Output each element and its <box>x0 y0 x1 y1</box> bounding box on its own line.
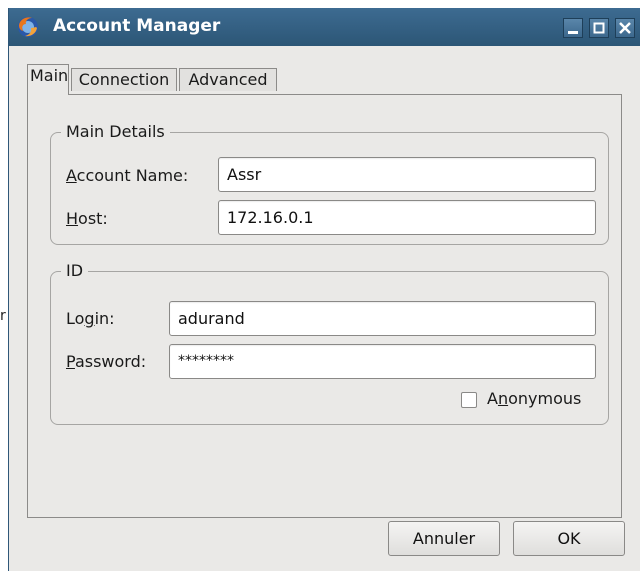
window-title: Account Manager <box>53 16 221 36</box>
account-name-label: Account Name: <box>66 166 189 185</box>
password-input[interactable]: ******** <box>169 344 596 379</box>
minimize-button[interactable] <box>563 18 583 38</box>
main-details-title: Main Details <box>61 122 170 142</box>
login-input[interactable]: adurand <box>169 301 596 336</box>
firefox-icon <box>17 16 39 38</box>
maximize-icon <box>593 22 605 34</box>
id-group-title: ID <box>61 261 89 281</box>
anonymous-checkbox[interactable] <box>461 392 477 408</box>
stray-text: r <box>0 308 6 324</box>
tab-panel-main: Main Details Account Name: Assr Host: 17… <box>27 94 622 518</box>
close-icon <box>619 22 631 34</box>
id-group: ID Login: adurand Password: ******** Ano… <box>50 261 609 425</box>
title-bar[interactable]: Account Manager <box>9 8 640 46</box>
password-label: Password: <box>66 352 147 371</box>
tab-main[interactable]: Main <box>27 64 69 95</box>
minimize-icon <box>568 31 578 34</box>
tab-connection[interactable]: Connection <box>71 68 177 91</box>
host-input[interactable]: 172.16.0.1 <box>218 200 596 235</box>
account-manager-window: Account Manager Main Connection Advanced… <box>8 8 640 571</box>
cancel-button[interactable]: Annuler <box>388 521 500 556</box>
account-name-input[interactable]: Assr <box>218 157 596 192</box>
main-details-group: Main Details Account Name: Assr Host: 17… <box>50 122 609 245</box>
close-button[interactable] <box>615 18 635 38</box>
anonymous-label[interactable]: Anonymous <box>487 389 581 409</box>
maximize-button[interactable] <box>589 18 609 38</box>
host-label: Host: <box>66 209 108 228</box>
ok-button[interactable]: OK <box>513 521 625 556</box>
login-label: Login: <box>66 309 115 328</box>
tab-advanced[interactable]: Advanced <box>179 68 277 91</box>
